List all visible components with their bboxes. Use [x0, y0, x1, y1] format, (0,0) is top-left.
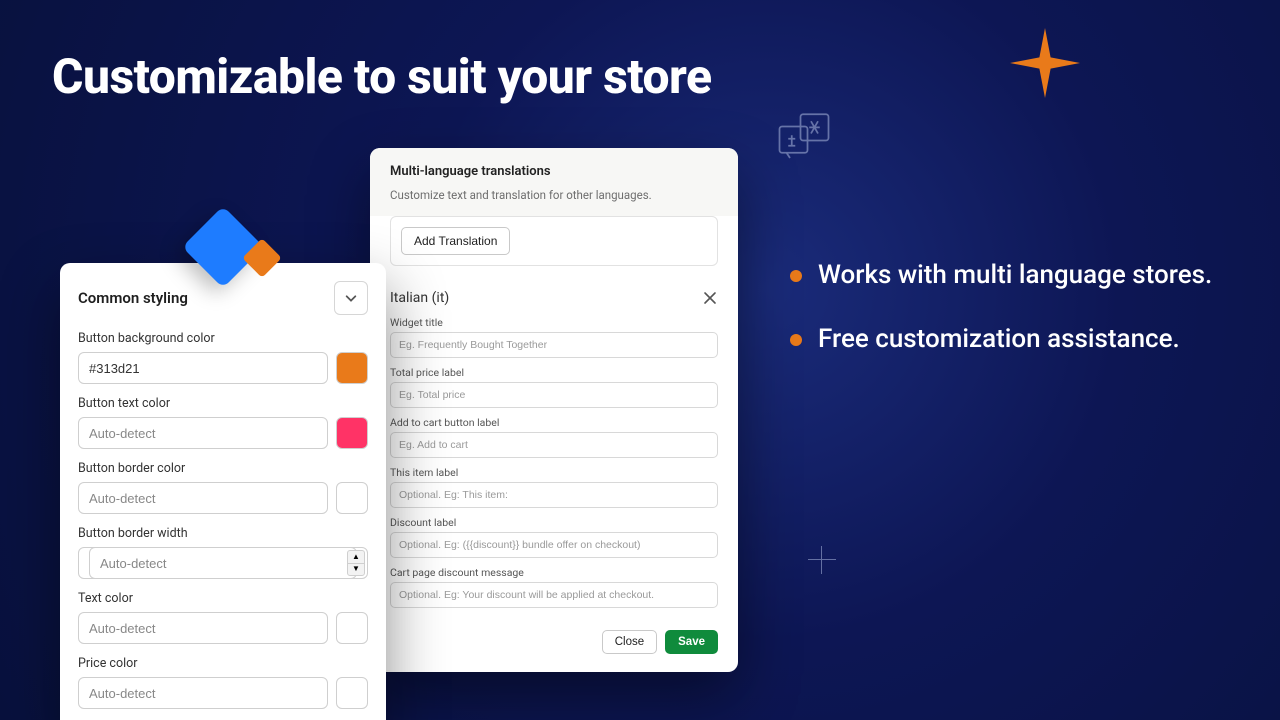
price-color-input[interactable] [78, 677, 328, 709]
styling-panel-title: Common styling [78, 289, 188, 307]
bg-color-input[interactable] [78, 352, 328, 384]
discount-label-input[interactable] [390, 532, 718, 558]
field-label: Text color [78, 591, 368, 606]
page-title: Customizable to suit your store [52, 48, 712, 105]
chevron-down-icon [344, 291, 358, 305]
feature-text: Works with multi language stores. [818, 260, 1212, 290]
this-item-label-input[interactable] [390, 482, 718, 508]
field-label: Button border width [78, 526, 368, 541]
field-label: Button text color [78, 396, 368, 411]
cart-discount-msg-input[interactable] [390, 582, 718, 608]
field-label: Button border color [78, 461, 368, 476]
feature-bullet: Works with multi language stores. [790, 260, 1240, 290]
field-label: Total price label [390, 366, 718, 379]
save-button[interactable]: Save [665, 630, 718, 654]
field-label: Price color [78, 656, 368, 671]
styling-panel: Common styling Button background color B… [60, 263, 386, 720]
feature-bullet: Free customization assistance. [790, 324, 1240, 354]
field-label: This item label [390, 466, 718, 479]
add-to-cart-label-input[interactable] [390, 432, 718, 458]
color-swatch[interactable] [336, 417, 368, 449]
translations-title: Multi-language translations [390, 164, 718, 179]
color-swatch[interactable] [336, 612, 368, 644]
feature-text: Free customization assistance. [818, 324, 1180, 354]
border-width-input[interactable] [89, 547, 357, 579]
field-label: Widget title [390, 316, 718, 329]
translation-fields: Widget title Total price label Add to ca… [370, 312, 738, 624]
color-swatch[interactable] [336, 352, 368, 384]
stepper-up-button[interactable]: ▲ [347, 550, 365, 563]
total-price-input[interactable] [390, 382, 718, 408]
color-swatch[interactable] [336, 482, 368, 514]
sparkle-icon [1010, 28, 1080, 98]
field-label: Add to cart button label [390, 416, 718, 429]
bullet-dot-icon [790, 270, 802, 282]
collapse-button[interactable] [334, 281, 368, 315]
translate-icon [776, 108, 832, 166]
field-label: Button background color [78, 331, 368, 346]
translations-desc: Customize text and translation for other… [390, 187, 718, 204]
color-swatch[interactable] [336, 677, 368, 709]
bullet-dot-icon [790, 334, 802, 346]
close-icon[interactable] [702, 290, 718, 306]
border-color-input[interactable] [78, 482, 328, 514]
translations-panel: Multi-language translations Customize te… [370, 148, 738, 672]
stepper-down-button[interactable]: ▼ [347, 563, 365, 577]
text-color-input[interactable] [78, 417, 328, 449]
add-translation-button[interactable]: Add Translation [401, 227, 510, 255]
close-button[interactable]: Close [602, 630, 657, 654]
field-label: Cart page discount message [390, 566, 718, 579]
language-name: Italian (it) [390, 290, 449, 306]
widget-title-input[interactable] [390, 332, 718, 358]
field-label: Discount label [390, 516, 718, 529]
crosshair-icon [808, 546, 836, 574]
text-color2-input[interactable] [78, 612, 328, 644]
